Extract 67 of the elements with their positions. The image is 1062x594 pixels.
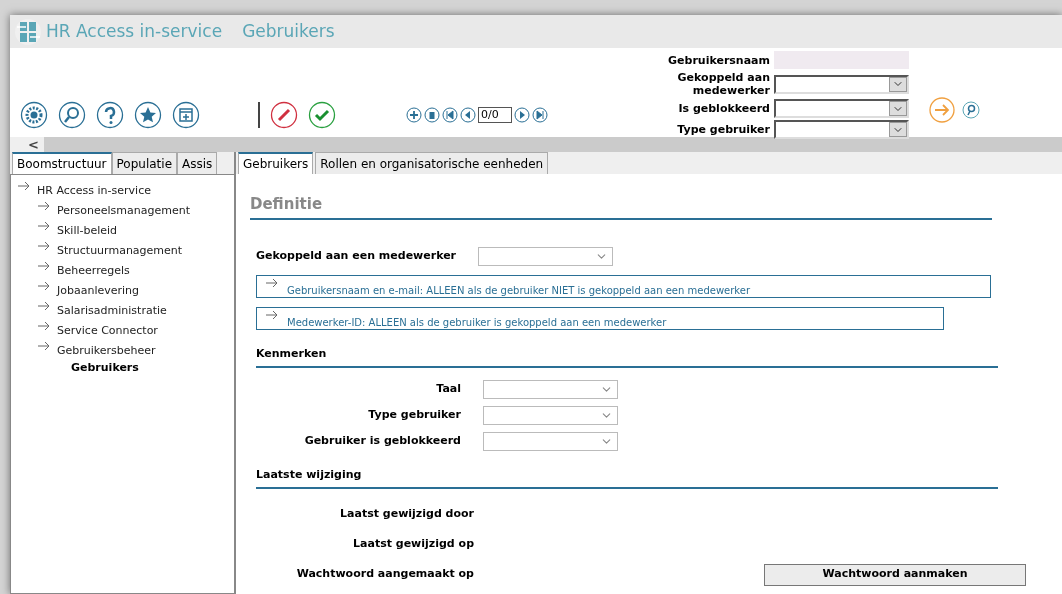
tree-item[interactable]: HR Access in-service <box>37 183 151 200</box>
info-text: Gebruikersnaam en e-mail: ALLEEN als de gebruiker NIET is gekoppeld aan een medewerker <box>287 284 751 298</box>
help-icon[interactable] <box>96 101 124 129</box>
field-label: Taal <box>435 381 461 398</box>
field-label: Wachtwoord aangemaakt op <box>295 566 474 583</box>
tree-item[interactable]: Salarisadministratie <box>57 303 167 320</box>
filter-label: Gebruikersnaam <box>667 53 770 67</box>
field-label: Gekoppeld aan een medewerker <box>256 248 457 265</box>
arrow-icon <box>37 221 51 231</box>
filter-label: Is geblokkeerd <box>677 102 770 115</box>
tab[interactable]: Populatie <box>111 152 178 174</box>
arrow-icon <box>37 201 51 211</box>
record-counter[interactable]: 0/0 <box>478 107 512 123</box>
filter-label: Gekoppeld aan medewerker <box>676 71 770 97</box>
tab[interactable]: Gebruikers <box>238 152 314 174</box>
field-label: Type gebruiker <box>367 407 461 424</box>
section-title: Definitie <box>250 195 323 213</box>
select-field[interactable] <box>478 247 614 266</box>
tree-item[interactable]: Structuurmanagement <box>57 243 183 260</box>
select-field[interactable] <box>774 120 909 139</box>
search-icon[interactable] <box>962 101 980 119</box>
tree-item[interactable]: Beheerregels <box>57 263 130 280</box>
arrow-icon <box>37 341 51 351</box>
section-title: Laatste wijziging <box>256 468 362 481</box>
last-icon[interactable] <box>532 107 548 123</box>
arrow-icon <box>37 281 51 291</box>
add-icon[interactable] <box>406 107 422 123</box>
app-title: HR Access in-service <box>46 19 223 43</box>
section-title: Kenmerken <box>256 347 327 360</box>
field-label: Laatst gewijzigd door <box>339 506 474 523</box>
tree-item[interactable]: Personeelsmanagement <box>57 203 190 220</box>
create-password-button[interactable]: Wachtwoord aanmaken <box>764 563 1026 586</box>
select-field[interactable] <box>483 380 618 399</box>
gear-icon[interactable] <box>20 101 48 129</box>
tree-item[interactable]: Skill-beleid <box>57 223 118 240</box>
arrow-icon <box>265 310 279 320</box>
select-field[interactable] <box>483 432 618 451</box>
tab[interactable]: Boomstructuur <box>12 152 112 174</box>
select-field[interactable] <box>774 74 909 94</box>
tree-item[interactable]: Jobaanlevering <box>57 283 140 300</box>
arrow-icon <box>37 321 51 331</box>
first-icon[interactable] <box>442 107 458 123</box>
tree-item[interactable]: Gebruikersbeheer <box>57 343 156 360</box>
previous-icon[interactable] <box>460 107 476 123</box>
cancel-icon[interactable] <box>270 101 298 129</box>
tab[interactable]: Rollen en organisatorische eenheden <box>315 152 549 174</box>
info-panel[interactable]: Medewerker-ID: ALLEEN als de gebruiker is gekoppeld aan een medewerker <box>256 307 944 330</box>
tree-item[interactable]: Gebruikers <box>37 361 230 375</box>
page-title: Gebruikers <box>242 19 335 43</box>
filter-label: Type gebruiker <box>676 123 770 136</box>
arrow-icon <box>17 181 31 191</box>
tree-item[interactable]: Service Connector <box>57 323 158 340</box>
field-label: Gebruiker is geblokkeerd <box>303 433 461 450</box>
arrow-icon <box>37 261 51 271</box>
field-label: Laatst gewijzigd op <box>352 536 474 553</box>
add-window-icon[interactable] <box>172 101 200 129</box>
arrow-icon <box>265 278 279 288</box>
tab[interactable]: Assis <box>177 152 218 174</box>
info-text: Medewerker-ID: ALLEEN als de gebruiker is gekoppeld aan een medewerker <box>287 316 667 330</box>
select-field[interactable] <box>774 99 909 118</box>
select-field[interactable] <box>483 406 618 425</box>
collapse-button[interactable]: < <box>10 137 44 152</box>
check-icon[interactable] <box>308 101 336 129</box>
arrow-icon <box>37 241 51 251</box>
info-panel[interactable]: Gebruikersnaam en e-mail: ALLEEN als de gebruiker NIET is gekoppeld aan een medewerker <box>256 275 991 298</box>
arrow-icon <box>37 301 51 311</box>
next-icon[interactable] <box>514 107 530 123</box>
